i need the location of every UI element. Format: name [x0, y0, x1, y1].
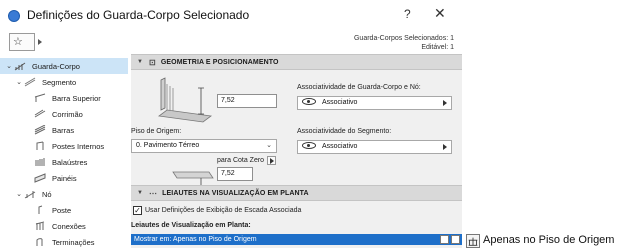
handrail-icon [34, 109, 46, 119]
geometry-section-title: GEOMETRIA E POSICIONAMENTO [160, 58, 279, 66]
assoc-railing-node-value: Associativo [322, 99, 358, 106]
plan-layouts-label: Leiautes de Visualização em Planta: [131, 222, 251, 229]
tree-item-inner-posts[interactable]: Postes Internos [0, 138, 104, 154]
tree-item-label: Guarda-Corpo [32, 61, 80, 71]
title-bar: Definições do Guarda-Corpo Selecionado ?… [0, 0, 462, 30]
selected-count: Guarda-Corpos Selecionados: 1 [353, 35, 454, 42]
segment-icon [24, 77, 36, 87]
tree-item-top-rail[interactable]: Barra Superior [0, 90, 101, 106]
tree-item-label: Postes Internos [52, 141, 105, 151]
floor-plan-icon [466, 234, 480, 248]
tree-item-handrail[interactable]: Corrimão [0, 106, 83, 122]
app-icon [8, 10, 20, 22]
geometry-icon: ⊡ [149, 57, 156, 67]
railing-height-input[interactable]: 7,52 [217, 94, 277, 108]
connections-icon [34, 221, 46, 231]
chevron-down-icon[interactable]: ⌄ [4, 62, 14, 70]
tree-item-label: Terminações [52, 237, 95, 247]
layouts-section-header[interactable]: ▼ ⋯ LEIAUTES NA VISUALIZAÇÃO EM PLANTA [131, 185, 462, 201]
association-icon [302, 97, 316, 105]
top-rail-icon [34, 93, 46, 103]
star-icon: ☆ [13, 36, 23, 48]
assoc-railing-node-label: Associatividade de Guarda-Corpo e Nó: [297, 84, 421, 91]
editable-count: Editável: 1 [421, 44, 454, 51]
railing-height-illustration-icon [157, 77, 213, 123]
chevron-right-icon [443, 100, 447, 106]
association-icon [302, 141, 316, 149]
post-icon [34, 205, 46, 215]
assoc-railing-node-dropdown[interactable]: Associativo [297, 96, 452, 110]
assoc-segment-dropdown[interactable]: Associativo [297, 140, 452, 154]
zero-level-label: para Cota Zero [217, 157, 265, 164]
tree-item-terminations[interactable]: Terminações [0, 234, 95, 248]
settings-tree: ⌄ Guarda-Corpo ⌄ Segmento Barra Superior… [0, 58, 128, 248]
rails-icon [34, 125, 46, 135]
node-icon [24, 189, 36, 199]
assoc-segment-value: Associativo [322, 143, 358, 150]
chevron-down-icon: ⌄ [266, 142, 272, 149]
close-button[interactable]: ✕ [434, 5, 446, 22]
use-stair-settings-checkbox[interactable]: ✓ [133, 206, 142, 215]
plan-view-icon: ⋯ [149, 188, 158, 198]
origin-floor-dropdown[interactable]: 0. Pavimento Térreo ⌄ [131, 139, 277, 153]
tree-item-segment[interactable]: ⌄ Segmento [0, 74, 76, 90]
tree-item-label: Painéis [52, 173, 77, 183]
balusters-icon [34, 157, 46, 167]
zero-level-input[interactable]: 7,52 [217, 167, 253, 181]
tree-item-label: Conexões [52, 221, 86, 231]
settings-panel: ▼ ⊡ GEOMETRIA E POSICIONAMENTO 7,52 Asso… [131, 54, 462, 248]
tree-item-panels[interactable]: Painéis [0, 170, 77, 186]
selection-info: Guarda-Corpos Selecionados: 1 Editável: … [354, 34, 454, 52]
geometry-section-header[interactable]: ▼ ⊡ GEOMETRIA E POSICIONAMENTO [131, 54, 462, 70]
tree-item-label: Corrimão [52, 109, 83, 119]
tree-item-railing[interactable]: ⌄ Guarda-Corpo [0, 58, 128, 74]
chevron-right-icon [443, 144, 447, 150]
help-button[interactable]: ? [404, 7, 411, 21]
tree-item-label: Segmento [42, 77, 77, 87]
zero-level-reference-button[interactable] [267, 156, 276, 165]
tree-item-node[interactable]: ⌄ Nó [0, 186, 52, 202]
inner-posts-icon [34, 141, 46, 151]
tree-item-post[interactable]: Poste [0, 202, 71, 218]
panels-icon [34, 173, 46, 183]
favorites-arrow-icon[interactable] [38, 39, 42, 45]
chevron-right-icon[interactable] [451, 235, 460, 244]
origin-floor-label: Piso de Origem: [131, 128, 182, 135]
tree-item-label: Barras [52, 125, 75, 135]
tree-item-label: Balaústres [52, 157, 88, 167]
railing-icon [14, 61, 26, 71]
tree-item-rails[interactable]: Barras [0, 122, 74, 138]
tooltip-text: Apenas no Piso de Origem [483, 234, 615, 246]
window-title: Definições do Guarda-Corpo Selecionado [27, 8, 250, 22]
chevron-down-icon[interactable]: ⌄ [14, 78, 24, 86]
plan-layout-row[interactable]: Mostrar em: Apenas no Piso de Origem [131, 234, 462, 245]
floor-plan-icon[interactable] [440, 235, 449, 244]
layouts-section-title: LEIAUTES NA VISUALIZAÇÃO EM PLANTA [162, 189, 309, 197]
tree-item-label: Poste [52, 205, 72, 215]
tree-item-label: Barra Superior [52, 93, 101, 103]
collapse-triangle-icon[interactable]: ▼ [137, 190, 143, 196]
origin-floor-value: 0. Pavimento Térreo [136, 142, 200, 149]
assoc-segment-label: Associatividade do Segmento: [297, 128, 392, 135]
plan-layout-row-text: Mostrar em: Apenas no Piso de Origem [134, 236, 257, 243]
favorites-button[interactable]: ☆ [9, 33, 35, 51]
chevron-down-icon[interactable]: ⌄ [14, 190, 24, 198]
collapse-triangle-icon[interactable]: ▼ [137, 59, 143, 65]
tree-item-balusters[interactable]: Balaústres [0, 154, 87, 170]
tree-item-label: Nó [42, 189, 52, 199]
terminations-icon [34, 237, 46, 247]
use-stair-settings-label: Usar Definições de Exibição de Escada As… [145, 207, 302, 214]
tree-item-connections[interactable]: Conexões [0, 218, 86, 234]
